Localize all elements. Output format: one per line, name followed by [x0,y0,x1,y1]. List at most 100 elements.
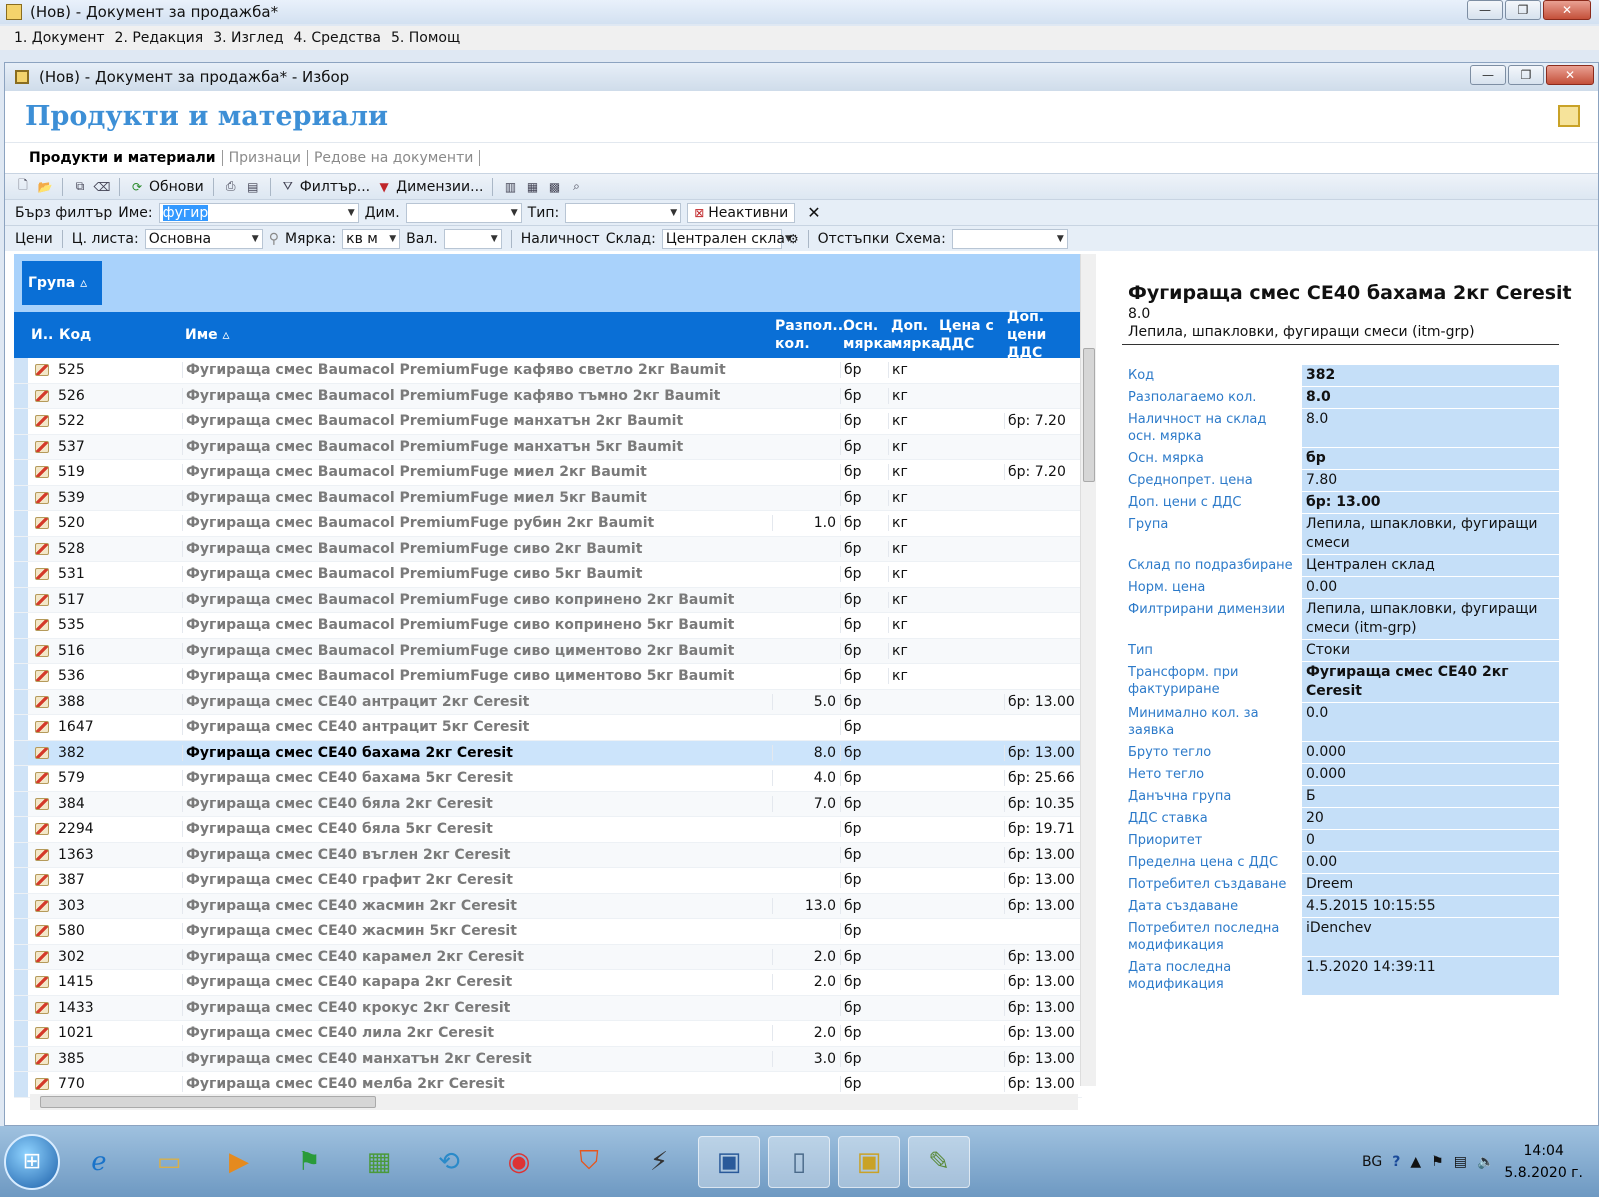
network-icon[interactable]: ▤ [1454,1154,1467,1170]
volume-icon[interactable]: 🔈 [1477,1154,1494,1170]
table-row[interactable]: 1433 Фугираща смес CE40 крокус 2кг Ceresi… [14,995,1082,1021]
header-unit2[interactable]: Доп. мярка [888,312,940,358]
view-zoom-icon[interactable]: ⌕ [568,179,584,195]
group-by-chip[interactable]: Група ▵ [22,261,102,305]
table-row[interactable]: 579 Фугираща смес CE40 бахама 5кг Ceresit… [14,766,1082,792]
utility-app-icon[interactable]: ⟲ [418,1136,480,1188]
detail-field-key[interactable]: Тип [1122,640,1302,661]
detail-field-key[interactable]: Потребител последна модификация [1122,918,1302,956]
header-qty[interactable]: Разпол... кол. [772,312,848,358]
paint-icon[interactable]: ✎ [908,1135,970,1188]
close-button[interactable]: ✕ [1543,0,1591,20]
minimize-button[interactable]: — [1467,0,1503,20]
remote-desktop-icon[interactable]: ▣ [698,1135,760,1188]
inactive-toggle-button[interactable]: ⊠ Неактивни [687,202,796,223]
table-row[interactable]: 537 Фугираща смес Baumacol PremiumFuge ма… [14,434,1082,460]
table-row[interactable]: 528 Фугираща смес Baumacol PremiumFuge си… [14,536,1082,562]
detail-field-key[interactable]: Група [1122,514,1302,554]
menu-tools[interactable]: 4. Средства [294,30,381,46]
table-row[interactable]: 388 Фугираща смес CE40 антрацит 2кг Ceres… [14,689,1082,715]
filter-button[interactable]: ⛛ Филтър... [280,179,370,195]
table-row[interactable]: 387 Фугираща смес CE40 графит 2кг Ceresit… [14,868,1082,894]
view-grid-icon[interactable]: ▩ [546,179,562,195]
detail-field-key[interactable]: Дата създаване [1122,896,1302,917]
grid-horizontal-scrollbar[interactable] [30,1094,1078,1110]
detail-field-key[interactable]: Трансформ. при фактуриране [1122,662,1302,702]
inner-minimize-button[interactable]: — [1470,65,1506,85]
clock[interactable]: 14:04 5.8.2020 г. [1504,1140,1583,1184]
print-icon[interactable]: ⎙ [223,179,239,195]
detail-field-key[interactable]: Пределна цена с ДДС [1122,852,1302,873]
print-preview-icon[interactable]: ▤ [245,179,261,195]
header-unit[interactable]: Осн. мярка [840,312,892,358]
new-document-icon[interactable]: 🗋 [15,178,31,195]
menu-document[interactable]: 1. Документ [14,30,105,46]
table-row[interactable]: 1021 Фугираща смес CE40 лила 2кг Ceresit 2… [14,1021,1082,1047]
detail-field-key[interactable]: Разполагаемо кол. [1122,387,1302,408]
table-row[interactable]: 382 Фугираща смес CE40 бахама 2кг Ceresit… [14,740,1082,766]
table-row[interactable]: 522 Фугираща смес Baumacol PremiumFuge ма… [14,409,1082,435]
detail-field-key[interactable]: Нето тегло [1122,764,1302,785]
inner-close-button[interactable]: ✕ [1546,65,1594,85]
tab-products[interactable]: Продукти и материали [23,150,223,166]
pricelist-combo[interactable]: Основна ▼ [144,228,263,249]
table-row[interactable]: 1415 Фугираща смес CE40 карара 2кг Ceresi… [14,970,1082,996]
chrome-icon[interactable]: ◉ [488,1136,550,1188]
table-row[interactable]: 303 Фугираща смес CE40 жасмин 2кг Ceresit… [14,893,1082,919]
windows-flag-icon[interactable]: ⚑ [278,1136,340,1188]
detail-field-key[interactable]: Склад по подразбиране [1122,555,1302,576]
table-row[interactable]: 580 Фугираща смес CE40 жасмин 5кг Ceresit… [14,919,1082,945]
menu-view[interactable]: 3. Изглед [213,30,283,46]
table-row[interactable]: 531 Фугираща смес Baumacol PremiumFuge си… [14,562,1082,588]
language-indicator[interactable]: BG [1362,1154,1382,1170]
vertical-scroll-thumb[interactable] [1083,348,1095,482]
media-player-icon[interactable]: ▶ [208,1136,270,1188]
table-row[interactable]: 539 Фугираща смес Baumacol PremiumFuge ми… [14,485,1082,511]
detail-field-key[interactable]: Осн. мярка [1122,448,1302,469]
table-row[interactable]: 2294 Фугираща смес CE40 бяла 5кг Ceresit б… [14,817,1082,843]
warehouse-combo[interactable]: Централен скла ▼ [661,228,792,249]
unit-combo[interactable]: кв м ▼ [342,228,401,249]
view-details-icon[interactable]: ▦ [524,179,540,195]
eraser-icon[interactable]: ⌫ [94,179,111,195]
scheme-combo[interactable]: ▼ [951,228,1068,249]
menu-edit[interactable]: 2. Редакция [115,30,204,46]
detail-field-key[interactable]: Данъчна група [1122,786,1302,807]
erp-app-icon[interactable]: ▣ [838,1135,900,1188]
maximize-button[interactable]: ❐ [1505,0,1541,20]
table-row[interactable]: 519 Фугираща смес Baumacol PremiumFuge ми… [14,460,1082,486]
table-row[interactable]: 385 Фугираща смес CE40 манхатън 2кг Ceres… [14,1046,1082,1072]
action-center-flag-icon[interactable]: ⚑ [1431,1154,1444,1170]
currency-combo[interactable]: ▼ [443,228,502,249]
help-icon[interactable]: ? [1392,1154,1400,1170]
inner-maximize-button[interactable]: ❐ [1508,65,1544,85]
detail-field-key[interactable]: Доп. цени с ДДС [1122,492,1302,513]
table-row[interactable]: 1363 Фугираща смес CE40 въглен 2кг Ceresi… [14,842,1082,868]
lightning-app-icon[interactable]: ⚡ [628,1136,690,1188]
view-columns-icon[interactable]: ▥ [502,179,518,195]
tray-expand-icon[interactable]: ▲ [1410,1154,1421,1170]
detail-field-key[interactable]: Дата последна модификация [1122,957,1302,995]
detail-field-key[interactable]: ДДС ставка [1122,808,1302,829]
table-row[interactable]: 384 Фугираща смес CE40 бяла 2кг Ceresit 7.… [14,791,1082,817]
warehouse-settings-icon[interactable]: ⚙ [788,232,799,246]
detail-field-key[interactable]: Код [1122,365,1302,386]
dim-filter-combo[interactable]: ▼ [405,202,522,223]
name-filter-combo[interactable]: фугир ▼ [158,202,359,223]
refresh-button[interactable]: ⟳ Обнови [129,179,204,195]
table-row[interactable]: 302 Фугираща смес CE40 карамел 2кг Ceresi… [14,944,1082,970]
table-row[interactable]: 516 Фугираща смес Baumacol PremiumFuge си… [14,638,1082,664]
table-row[interactable]: 525 Фугираща смес Baumacol PremiumFuge ка… [14,358,1082,384]
grid-vertical-scrollbar[interactable] [1080,254,1096,1086]
horizontal-scroll-thumb[interactable] [40,1096,376,1108]
calculator-icon[interactable]: ▦ [348,1136,410,1188]
table-row[interactable]: 520 Фугираща смес Baumacol PremiumFuge ру… [14,511,1082,537]
kiosk-app-icon[interactable]: ▯ [768,1135,830,1188]
detail-field-key[interactable]: Филтрирани димензии [1122,599,1302,639]
dimensions-button[interactable]: ▼ Димензии... [376,179,484,195]
header-price[interactable]: Цена с ДДС [936,312,1004,358]
table-row[interactable]: 517 Фугираща смес Baumacol PremiumFuge си… [14,587,1082,613]
brave-icon[interactable]: ⛉ [558,1136,620,1188]
type-filter-combo[interactable]: ▼ [565,202,682,223]
detail-field-key[interactable]: Приоритет [1122,830,1302,851]
